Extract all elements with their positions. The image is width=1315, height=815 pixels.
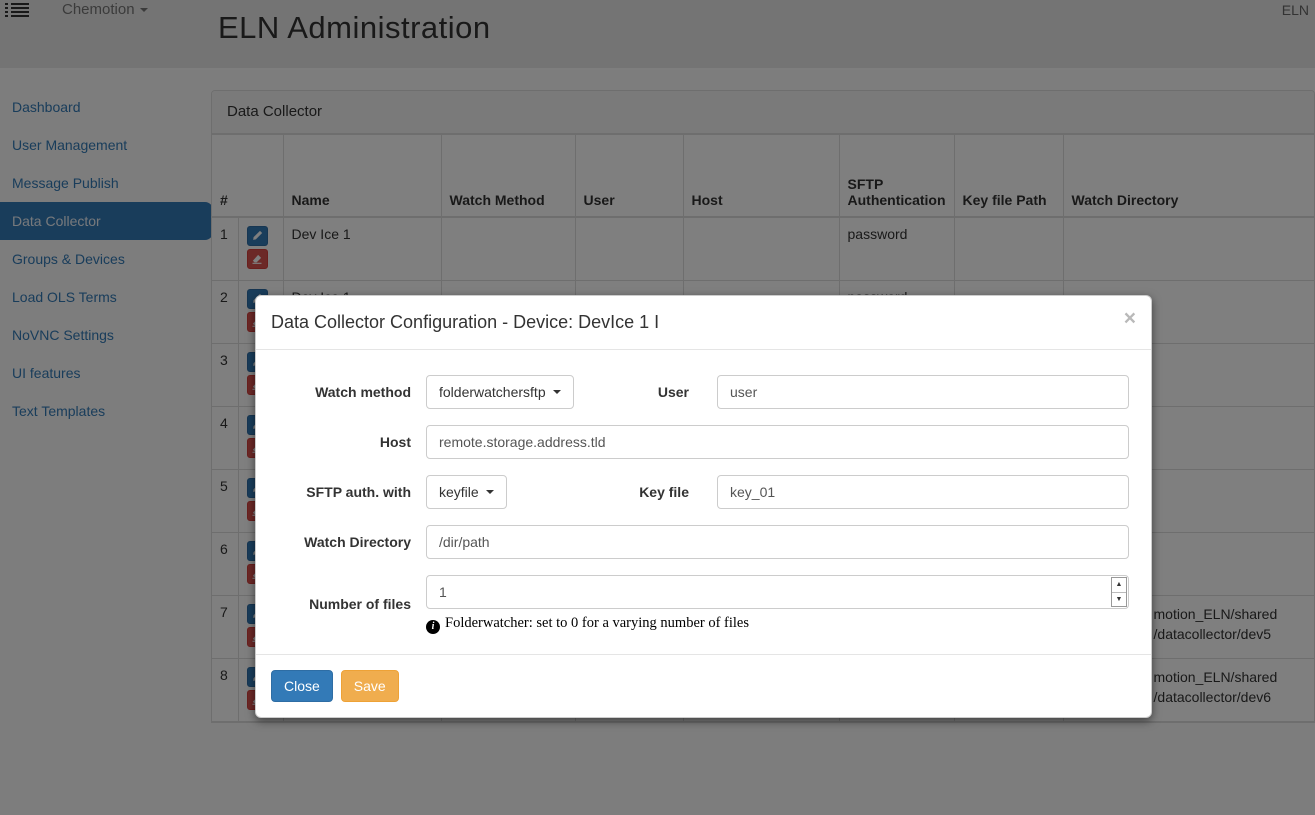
modal-body: Watch method folderwatchersftp User Host… — [256, 350, 1151, 654]
watch-method-label: Watch method — [271, 384, 411, 400]
sftp-auth-dropdown[interactable]: keyfile — [426, 475, 507, 509]
key-file-label: Key file — [507, 484, 717, 500]
number-of-files-input[interactable] — [426, 575, 1129, 609]
watch-method-dropdown[interactable]: folderwatchersftp — [426, 375, 574, 409]
watch-method-value: folderwatchersftp — [439, 384, 546, 400]
chevron-down-icon — [553, 390, 561, 394]
modal-title: Data Collector Configuration - Device: D… — [271, 312, 1136, 333]
chevron-down-icon — [486, 490, 494, 494]
sftp-auth-label: SFTP auth. with — [271, 484, 411, 500]
close-icon[interactable]: × — [1124, 308, 1136, 329]
host-input[interactable] — [426, 425, 1129, 459]
stepper-down-icon[interactable]: ▼ — [1112, 593, 1126, 607]
data-collector-config-modal: Data Collector Configuration - Device: D… — [255, 295, 1152, 718]
user-label: User — [574, 384, 717, 400]
watch-directory-input[interactable] — [426, 525, 1129, 559]
number-stepper[interactable]: ▲ ▼ — [1111, 577, 1127, 607]
save-button[interactable]: Save — [341, 670, 399, 702]
sftp-auth-value: keyfile — [439, 484, 479, 500]
host-label: Host — [271, 434, 411, 450]
number-of-files-label: Number of files — [271, 596, 411, 612]
hint-text: Folderwatcher: set to 0 for a varying nu… — [445, 615, 749, 631]
watch-directory-label: Watch Directory — [271, 534, 411, 550]
modal-header: Data Collector Configuration - Device: D… — [256, 296, 1151, 350]
modal-footer: Close Save — [256, 654, 1151, 717]
stepper-up-icon[interactable]: ▲ — [1112, 578, 1126, 593]
user-input[interactable] — [717, 375, 1129, 409]
key-file-input[interactable] — [717, 475, 1129, 509]
folderwatcher-hint: i Folderwatcher: set to 0 for a varying n… — [426, 615, 1129, 634]
close-button[interactable]: Close — [271, 670, 333, 702]
info-icon: i — [426, 620, 440, 634]
